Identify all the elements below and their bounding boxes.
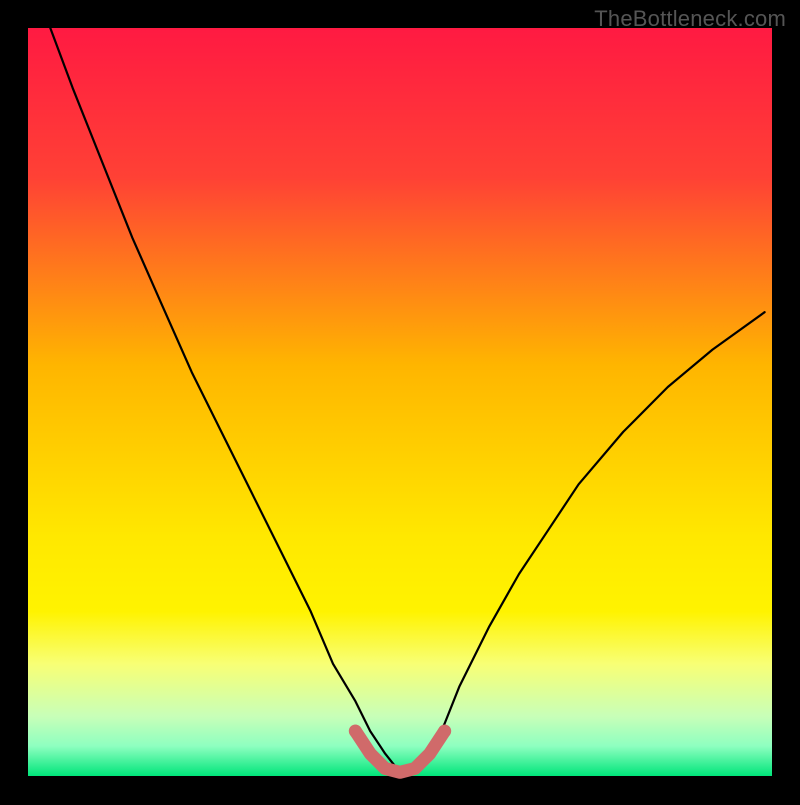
chart-frame: TheBottleneck.com	[0, 0, 800, 800]
optimal-zone-dot-left	[349, 725, 362, 738]
bottleneck-chart	[0, 0, 800, 800]
optimal-zone-dot-right	[438, 725, 451, 738]
watermark-text: TheBottleneck.com	[594, 6, 786, 32]
plot-background	[28, 28, 772, 776]
